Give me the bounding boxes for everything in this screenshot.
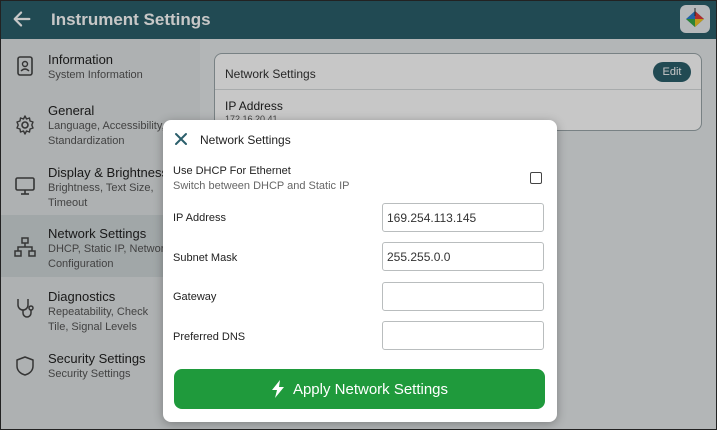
lightning-icon (271, 380, 284, 398)
ip-address-label: IP Address (173, 212, 226, 224)
network-settings-dialog: Network Settings Use DHCP For Ethernet S… (163, 120, 557, 422)
close-icon[interactable] (174, 132, 188, 146)
app-window: Instrument Settings Information System I… (0, 0, 717, 430)
subnet-mask-label: Subnet Mask (173, 252, 238, 264)
gateway-label: Gateway (173, 291, 217, 303)
dhcp-sublabel: Switch between DHCP and Static IP (173, 180, 350, 192)
dhcp-label: Use DHCP For Ethernet (173, 165, 291, 177)
ip-address-input[interactable]: 169.254.113.145 (382, 203, 544, 232)
preferred-dns-label: Preferred DNS (173, 331, 246, 343)
preferred-dns-input[interactable] (382, 321, 544, 350)
subnet-mask-input[interactable]: 255.255.0.0 (382, 242, 544, 271)
apply-network-settings-button[interactable]: Apply Network Settings (174, 369, 545, 409)
dhcp-checkbox[interactable] (530, 172, 542, 184)
apply-button-label: Apply Network Settings (292, 380, 449, 398)
dialog-title: Network Settings (200, 133, 291, 147)
gateway-input[interactable] (382, 282, 544, 311)
